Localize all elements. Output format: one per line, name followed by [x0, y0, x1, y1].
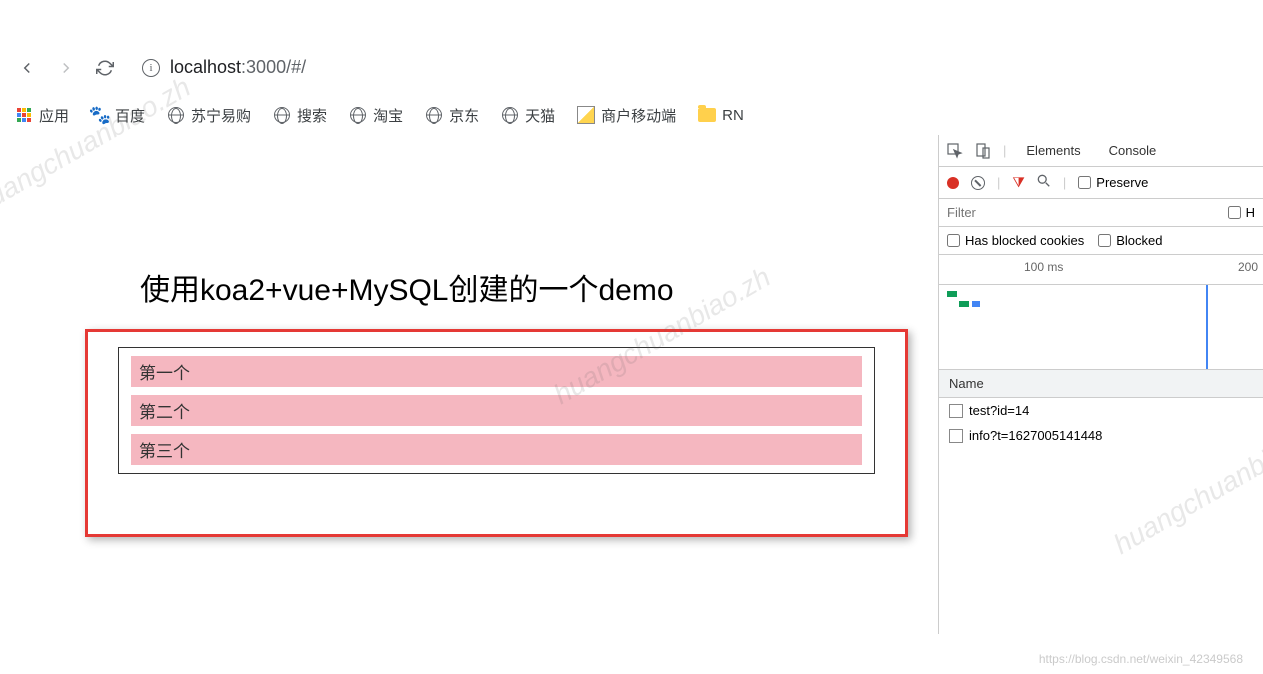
blocked-cookies-checkbox[interactable]: Has blocked cookies — [947, 233, 1084, 248]
reload-button[interactable] — [93, 56, 117, 80]
main-area: 使用koa2+vue+MySQL创建的一个demo 第一个 第二个 第三个 | … — [0, 135, 1263, 634]
filter-row: H — [939, 199, 1263, 227]
name-column-header[interactable]: Name — [939, 370, 1263, 398]
globe-icon — [426, 107, 442, 123]
bookmark-apps[interactable]: 应用 — [15, 105, 69, 126]
timeline-ruler[interactable]: 100 ms 200 — [939, 255, 1263, 285]
inspect-icon[interactable] — [947, 143, 963, 159]
waterfall-bar — [959, 301, 969, 307]
file-icon — [949, 429, 963, 443]
site-info-icon[interactable]: i — [142, 59, 160, 77]
page-title: 使用koa2+vue+MySQL创建的一个demo — [140, 265, 938, 309]
back-button[interactable] — [15, 56, 39, 80]
preserve-log-checkbox[interactable]: Preserve — [1078, 175, 1148, 190]
waterfall-overview[interactable] — [939, 285, 1263, 370]
request-name: test?id=14 — [969, 403, 1029, 418]
bookmark-label: 百度 — [115, 105, 145, 126]
bookmark-taobao[interactable]: 淘宝 — [349, 105, 403, 126]
bookmark-tmall[interactable]: 天猫 — [501, 105, 555, 126]
clear-button[interactable] — [971, 176, 985, 190]
bookmark-rn[interactable]: RN — [698, 106, 744, 124]
search-icon[interactable] — [1037, 174, 1051, 191]
bookmark-label: 天猫 — [525, 105, 555, 126]
list-container: 第一个 第二个 第三个 — [118, 347, 875, 474]
bookmark-label: 苏宁易购 — [191, 105, 251, 126]
folder-icon — [698, 108, 716, 122]
cookies-row: Has blocked cookies Blocked — [939, 227, 1263, 255]
globe-icon — [502, 107, 518, 123]
bookmark-label: 搜索 — [297, 105, 327, 126]
address-bar: i localhost:3000/#/ — [0, 40, 1263, 95]
bookmark-jd[interactable]: 京东 — [425, 105, 479, 126]
tab-elements[interactable]: Elements — [1018, 137, 1088, 164]
timeline-label: 200 — [1238, 260, 1258, 274]
network-request[interactable]: info?t=1627005141448 — [939, 423, 1263, 448]
page-content: 使用koa2+vue+MySQL创建的一个demo 第一个 第二个 第三个 — [0, 135, 938, 634]
globe-icon — [350, 107, 366, 123]
filter-icon[interactable]: ⧩ — [1012, 174, 1025, 191]
bookmark-label: RN — [722, 107, 744, 124]
url-box[interactable]: i localhost:3000/#/ — [142, 57, 306, 78]
devtools-tabs: | Elements Console — [939, 135, 1263, 167]
bookmark-label: 应用 — [39, 105, 69, 126]
bookmark-suning[interactable]: 苏宁易购 — [167, 105, 251, 126]
blocked-checkbox[interactable]: Blocked — [1098, 233, 1162, 248]
tab-console[interactable]: Console — [1101, 137, 1165, 164]
hide-checkbox[interactable]: H — [1228, 205, 1255, 220]
waterfall-bar — [947, 291, 957, 297]
list-item: 第二个 — [131, 395, 862, 426]
record-button[interactable] — [947, 177, 959, 189]
image-icon — [577, 106, 595, 124]
forward-button[interactable] — [54, 56, 78, 80]
filter-input[interactable] — [947, 205, 1218, 220]
waterfall-load-line — [1206, 285, 1208, 369]
bookmark-merchant[interactable]: 商户移动端 — [577, 105, 676, 126]
network-request[interactable]: test?id=14 — [939, 398, 1263, 423]
bookmark-baidu[interactable]: 🐾 百度 — [91, 105, 145, 126]
bookmark-label: 京东 — [449, 105, 479, 126]
devtools-panel: | Elements Console | ⧩ | Preserve H H — [938, 135, 1263, 634]
timeline-label: 100 ms — [1024, 260, 1063, 274]
credit-text: https://blog.csdn.net/weixin_42349568 — [1039, 652, 1243, 666]
bookmark-label: 淘宝 — [373, 105, 403, 126]
devtools-toolbar: | ⧩ | Preserve — [939, 167, 1263, 199]
globe-icon — [274, 107, 290, 123]
bookmark-search[interactable]: 搜索 — [273, 105, 327, 126]
device-icon[interactable] — [975, 143, 991, 159]
list-item: 第三个 — [131, 434, 862, 465]
bookmarks-bar: 应用 🐾 百度 苏宁易购 搜索 淘宝 京东 天猫 商户移动端 RN — [0, 95, 1263, 135]
baidu-icon: 🐾 — [91, 106, 109, 124]
request-name: info?t=1627005141448 — [969, 428, 1102, 443]
file-icon — [949, 404, 963, 418]
url-text: localhost:3000/#/ — [170, 57, 306, 78]
globe-icon — [168, 107, 184, 123]
bookmark-label: 商户移动端 — [601, 105, 676, 126]
apps-icon — [17, 108, 31, 122]
list-item: 第一个 — [131, 356, 862, 387]
highlight-box: 第一个 第二个 第三个 — [85, 329, 908, 537]
waterfall-bar — [972, 301, 980, 307]
